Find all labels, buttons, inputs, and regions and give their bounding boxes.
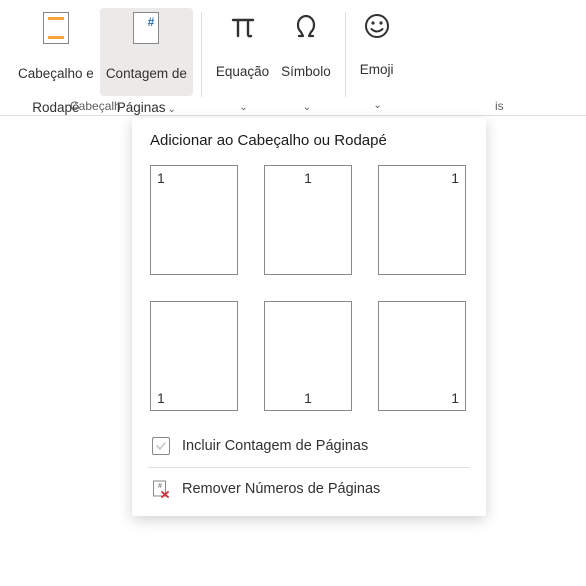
remove-page-numbers-label: Remover Números de Páginas xyxy=(182,481,380,497)
header-footer-button[interactable]: Cabeçalho e Rodapé xyxy=(12,8,100,96)
page-number-top-center[interactable]: 1 xyxy=(264,165,352,275)
ribbon: Cabeçalho e Rodapé # Contagem de Páginas… xyxy=(0,0,586,116)
remove-page-number-icon: # xyxy=(152,480,170,498)
page-number-bottom-left[interactable]: 1 xyxy=(150,301,238,411)
chevron-down-icon: ⌄ xyxy=(373,97,381,114)
chevron-down-icon: ⌄ xyxy=(303,99,311,116)
group-separator xyxy=(345,12,346,97)
include-page-count-toggle[interactable]: Incluir Contagem de Páginas xyxy=(150,429,468,463)
symbol-button[interactable]: Símbolo ⌄ xyxy=(275,8,337,96)
ribbon-group-label-left: Cabeçalh xyxy=(70,99,121,113)
svg-text:#: # xyxy=(148,15,155,29)
page-count-button[interactable]: # Contagem de Páginas⌄ xyxy=(100,8,193,96)
equation-label: Equação ⌄ xyxy=(216,46,269,116)
page-number-top-left[interactable]: 1 xyxy=(150,165,238,275)
svg-text:#: # xyxy=(158,483,162,490)
include-page-count-label: Incluir Contagem de Páginas xyxy=(182,438,368,454)
emoji-label: Emoji ⌄ xyxy=(360,44,394,114)
page-number-top-right[interactable]: 1 xyxy=(378,165,466,275)
symbol-label: Símbolo ⌄ xyxy=(281,46,331,116)
page-number-bottom-right[interactable]: 1 xyxy=(378,301,466,411)
page-number-bottom-center[interactable]: 1 xyxy=(264,301,352,411)
chevron-down-icon: ⌄ xyxy=(239,99,247,116)
chevron-down-icon: ⌄ xyxy=(168,101,176,118)
remove-page-numbers[interactable]: # Remover Números de Páginas xyxy=(150,472,468,506)
page-count-dropdown: Adicionar ao Cabeçalho ou Rodapé 1 1 1 1… xyxy=(132,118,486,516)
checkbox-icon xyxy=(152,437,170,455)
smiley-icon xyxy=(361,12,393,40)
equation-button[interactable]: Equação ⌄ xyxy=(210,8,275,96)
page-header-footer-icon xyxy=(40,12,72,44)
page-number-position-grid: 1 1 1 1 1 1 xyxy=(150,165,468,411)
ribbon-group-label-right: is xyxy=(495,99,504,113)
pi-icon xyxy=(227,12,259,42)
panel-title: Adicionar ao Cabeçalho ou Rodapé xyxy=(150,132,468,149)
page-number-icon: # xyxy=(130,12,162,44)
group-separator xyxy=(201,12,202,97)
omega-icon xyxy=(290,12,322,42)
divider xyxy=(148,467,470,468)
emoji-button[interactable]: Emoji ⌄ xyxy=(354,8,400,96)
